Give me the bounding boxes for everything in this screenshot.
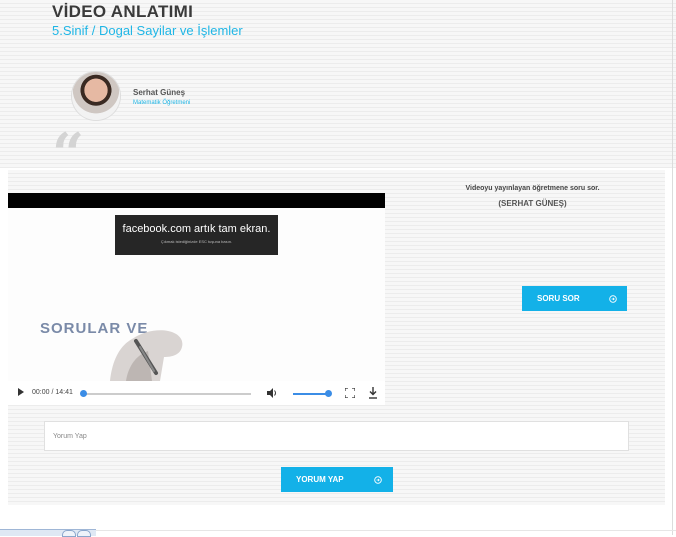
comment-input[interactable] <box>44 421 629 451</box>
page-subtitle: 5.Sinif / Dogal Sayilar ve İşlemler <box>52 23 243 38</box>
hand-drawing-image <box>110 330 183 381</box>
page-header: VİDEO ANLATIMI 5.Sinif / Dogal Sayilar v… <box>0 0 676 182</box>
arrow-right-circle-icon <box>374 476 382 484</box>
fullscreen-notice-text: facebook.com artık tam ekran. <box>122 223 271 235</box>
arrow-right-circle-icon <box>609 295 617 303</box>
page-title: VİDEO ANLATIMI <box>52 2 194 21</box>
ask-question-button[interactable]: SORU SOR <box>522 286 627 311</box>
taskbar-tab[interactable] <box>77 530 91 537</box>
video-frame[interactable]: facebook.com artık tam ekran. Çıkmak ist… <box>8 208 385 381</box>
teacher-avatar <box>72 72 120 120</box>
fullscreen-icon[interactable] <box>345 388 355 398</box>
download-icon[interactable] <box>368 387 378 399</box>
video-controls: 00:00 / 14:41 <box>8 381 385 405</box>
ask-question-button-label: SORU SOR <box>537 294 580 303</box>
teacher-role: Matematik Öğretmeni <box>133 100 191 106</box>
post-comment-button-label: YORUM YAP <box>296 475 344 484</box>
play-icon[interactable] <box>18 388 24 396</box>
video-progress-bar[interactable] <box>84 393 251 395</box>
taskbar-tab[interactable] <box>62 530 76 537</box>
teacher-name: Serhat Güneş <box>133 88 186 97</box>
ask-teacher-name: (SERHAT GÜNEŞ) <box>498 199 567 208</box>
fullscreen-notice-hint: Çıkmak istediğinizde ESC tuşuna basın. <box>160 239 233 244</box>
volume-icon[interactable] <box>266 387 278 399</box>
video-player[interactable]: facebook.com artık tam ekran. Çıkmak ist… <box>8 193 385 405</box>
page-edge <box>672 0 673 535</box>
video-progress-handle[interactable] <box>80 390 87 397</box>
fullscreen-notice: facebook.com artık tam ekran. Çıkmak ist… <box>115 215 278 255</box>
volume-slider[interactable] <box>293 393 329 395</box>
ask-question-prompt: Videoyu yayınlayan öğretmene soru sor. <box>465 185 600 192</box>
video-time: 00:00 / 14:41 <box>32 389 73 396</box>
volume-handle[interactable] <box>325 390 332 397</box>
post-comment-button[interactable]: YORUM YAP <box>281 467 393 492</box>
page-bottom-border <box>0 530 676 531</box>
video-top-bar <box>8 193 385 208</box>
